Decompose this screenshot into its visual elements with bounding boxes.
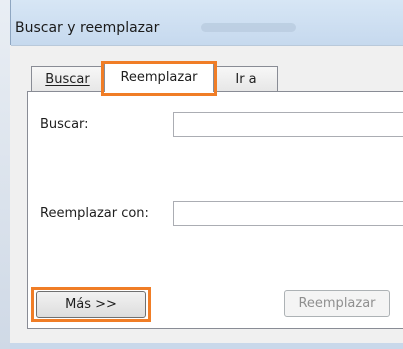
title-bar-blur [201, 23, 296, 32]
window-bottom-edge [10, 343, 403, 349]
title-bar[interactable]: Buscar y reemplazar [10, 0, 403, 45]
find-label: Buscar: [40, 117, 89, 132]
find-input[interactable] [173, 112, 403, 137]
replace-with-input[interactable] [173, 201, 403, 226]
replace-button-label: Reemplazar [298, 296, 376, 311]
tab-ir-a[interactable]: Ir a [214, 66, 278, 91]
tab-buscar-label: Buscar [45, 72, 90, 87]
tab-buscar[interactable]: Buscar [31, 66, 104, 91]
tab-reemplazar-highlight [101, 61, 217, 96]
find-replace-dialog: Buscar y reemplazar Buscar Reemplazar Ir… [0, 0, 403, 349]
replace-with-label: Reemplazar con: [40, 206, 149, 221]
more-button-highlight [31, 287, 151, 322]
window-title: Buscar y reemplazar [15, 20, 160, 36]
background-window-edge [0, 0, 10, 349]
replace-button[interactable]: Reemplazar [284, 290, 390, 317]
tab-ir-a-label: Ir a [235, 72, 257, 87]
